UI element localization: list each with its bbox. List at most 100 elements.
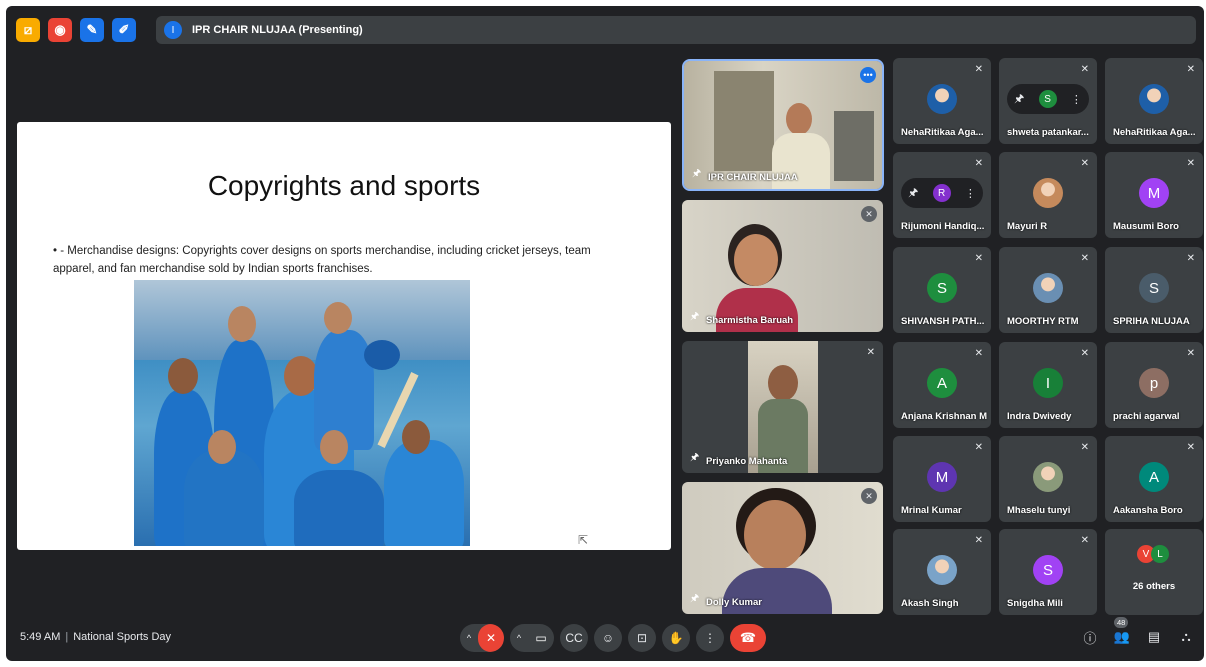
mic-off-icon: ✕: [974, 348, 983, 359]
more-options-icon[interactable]: ⋮: [965, 187, 976, 200]
participant-tile[interactable]: ✕ M Mrinal Kumar: [893, 436, 991, 522]
chevron-up-icon[interactable]: ^: [460, 633, 478, 643]
participant-tile[interactable]: ✕ S Snigdha Mili: [999, 529, 1097, 615]
end-call-icon[interactable]: ☎: [730, 624, 766, 652]
pin-icon[interactable]: 🖈: [690, 450, 699, 467]
info-icon[interactable]: ⓘ: [1080, 627, 1100, 647]
mic-off-icon: ✕: [866, 347, 875, 358]
mic-off-icon: ✕: [974, 253, 983, 264]
video-tile-presenter[interactable]: ••• 🖈 IPR CHAIR NLUJAA: [682, 59, 884, 191]
pin-icon[interactable]: 🖈: [690, 309, 699, 326]
video-tile-participant[interactable]: ✕ 🖈 Sharmistha Baruah: [682, 200, 883, 332]
participant-name: SPRIHA NLUJAA: [1113, 316, 1190, 327]
avatar: S: [927, 273, 957, 303]
participant-tile[interactable]: ✕ Mhaselu tunyi: [999, 436, 1097, 522]
participant-count-badge: 48: [1114, 617, 1129, 628]
others-avatars: VL: [1137, 545, 1169, 563]
mic-off-icon: ✕: [974, 158, 983, 169]
more-options-icon[interactable]: ⋮: [1071, 93, 1082, 106]
camera-control[interactable]: ^ ▭: [510, 624, 554, 652]
pin-icon[interactable]: 🖈: [690, 591, 699, 608]
call-controls: ^ ✕ ^ ▭ CC ☺ ⊡ ✋ ⋮ ☎: [460, 624, 766, 652]
avatar-photo: [927, 84, 957, 114]
side-controls: ⓘ 👥 48 ▤ ⛬: [1080, 617, 1196, 647]
mic-off-icon: ✕: [1080, 158, 1089, 169]
captions-icon[interactable]: CC: [560, 624, 588, 652]
presenting-label: IPR CHAIR NLUJAA (Presenting): [192, 24, 363, 36]
mic-off-icon: ✕: [974, 442, 983, 453]
participant-name: Anjana Krishnan M: [901, 411, 988, 422]
presenting-banner[interactable]: I IPR CHAIR NLUJAA (Presenting): [156, 16, 1196, 44]
avatar: A: [927, 368, 957, 398]
participant-tile[interactable]: ✕ 🖈 R ⋮ Rijumoni Handiq...: [893, 152, 991, 238]
meeting-stage: ⧄ ◉ ✎ ✐ I IPR CHAIR NLUJAA (Presenting) …: [6, 6, 1204, 661]
mic-off-icon: ✕: [1080, 442, 1089, 453]
mic-off-icon: ✕: [1186, 442, 1195, 453]
edit-icon[interactable]: ✐: [112, 18, 136, 42]
avatar-photo: [1033, 178, 1063, 208]
participant-tile[interactable]: ✕ Akash Singh: [893, 529, 991, 615]
tile-name: Sharmistha Baruah: [706, 315, 794, 326]
avatar-photo: [1033, 273, 1063, 303]
mic-control[interactable]: ^ ✕: [460, 624, 504, 652]
participant-tile[interactable]: ✕ NehaRitikaa Aga...: [893, 58, 991, 144]
participant-tile[interactable]: ✕ S SPRIHA NLUJAA: [1105, 247, 1203, 333]
pin-icon[interactable]: ⧄: [16, 18, 40, 42]
record-icon[interactable]: ◉: [48, 18, 72, 42]
more-options-icon[interactable]: ⋮: [696, 624, 724, 652]
pin-icon[interactable]: 🖈: [1014, 90, 1024, 109]
activities-icon[interactable]: ⛬: [1176, 627, 1196, 647]
tile-hover-controls[interactable]: 🖈 S ⋮: [1007, 84, 1089, 114]
people-icon[interactable]: 👥 48: [1112, 617, 1132, 647]
others-count: 26 others: [1132, 581, 1176, 592]
mic-off-icon: ✕: [861, 206, 877, 222]
bottom-bar: 5:49 AM | National Sports Day ^ ✕ ^ ▭ CC ☺…: [6, 617, 1204, 661]
participant-tile[interactable]: ✕ S SHIVANSH PATH...: [893, 247, 991, 333]
participant-tile[interactable]: ✕ A Anjana Krishnan M: [893, 342, 991, 428]
avatar: M: [1139, 178, 1169, 208]
mic-off-icon: ✕: [1080, 535, 1089, 546]
avatar-photo: [1033, 462, 1063, 492]
avatar: M: [927, 462, 957, 492]
participant-name: Akash Singh: [901, 598, 959, 609]
emoji-icon[interactable]: ☺: [594, 624, 622, 652]
participant-name: shweta patankar...: [1007, 127, 1089, 138]
chevron-up-icon[interactable]: ^: [510, 633, 528, 643]
avatar-photo: [927, 555, 957, 585]
present-screen-icon[interactable]: ⊡: [628, 624, 656, 652]
participant-name: NehaRitikaa Aga...: [901, 127, 984, 138]
participant-tile[interactable]: ✕ MOORTHY RTM: [999, 247, 1097, 333]
participant-tile[interactable]: ✕ p prachi agarwal: [1105, 342, 1203, 428]
pin-icon[interactable]: 🖈: [908, 184, 918, 203]
raise-hand-icon[interactable]: ✋: [662, 624, 690, 652]
avatar: S: [1139, 273, 1169, 303]
video-tile-participant[interactable]: ✕ 🖈 Dolly Kumar: [682, 482, 883, 614]
participant-tile[interactable]: V L 26 others: [1105, 529, 1203, 615]
participant-tile[interactable]: ✕ M Mausumi Boro: [1105, 152, 1203, 238]
video-tile-participant[interactable]: ✕ 🖈 Priyanko Mahanta: [682, 341, 883, 473]
participant-tile[interactable]: ✕ 🖈 S ⋮ shweta patankar...: [999, 58, 1097, 144]
tile-name: Priyanko Mahanta: [706, 456, 788, 467]
tile-name: Dolly Kumar: [706, 597, 762, 608]
participant-tile[interactable]: ✕ A Aakansha Boro: [1105, 436, 1203, 522]
chat-icon[interactable]: ▤: [1144, 627, 1164, 647]
participant-name: Aakansha Boro: [1113, 505, 1183, 516]
participant-name: NehaRitikaa Aga...: [1113, 127, 1196, 138]
participant-name: Mrinal Kumar: [901, 505, 962, 516]
participant-tile[interactable]: ✕ NehaRitikaa Aga...: [1105, 58, 1203, 144]
participant-name: Mausumi Boro: [1113, 221, 1179, 232]
participant-name: SHIVANSH PATH...: [901, 316, 985, 327]
tile-name: IPR CHAIR NLUJAA: [708, 172, 798, 183]
notes-icon[interactable]: ✎: [80, 18, 104, 42]
mic-off-icon: ✕: [974, 535, 983, 546]
avatar: S: [1038, 90, 1057, 108]
tile-hover-controls[interactable]: 🖈 R ⋮: [901, 178, 983, 208]
slide-bullet: • - Merchandise designs: Copyrights cove…: [53, 245, 591, 275]
participant-name: Snigdha Mili: [1007, 598, 1063, 609]
camera-icon[interactable]: ▭: [528, 624, 554, 652]
participant-tile[interactable]: ✕ I Indra Dwivedy: [999, 342, 1097, 428]
mic-off-icon: ✕: [1080, 64, 1089, 75]
pin-icon[interactable]: 🖈: [692, 166, 701, 183]
mic-off-icon[interactable]: ✕: [478, 624, 504, 652]
participant-tile[interactable]: ✕ Mayuri R: [999, 152, 1097, 238]
